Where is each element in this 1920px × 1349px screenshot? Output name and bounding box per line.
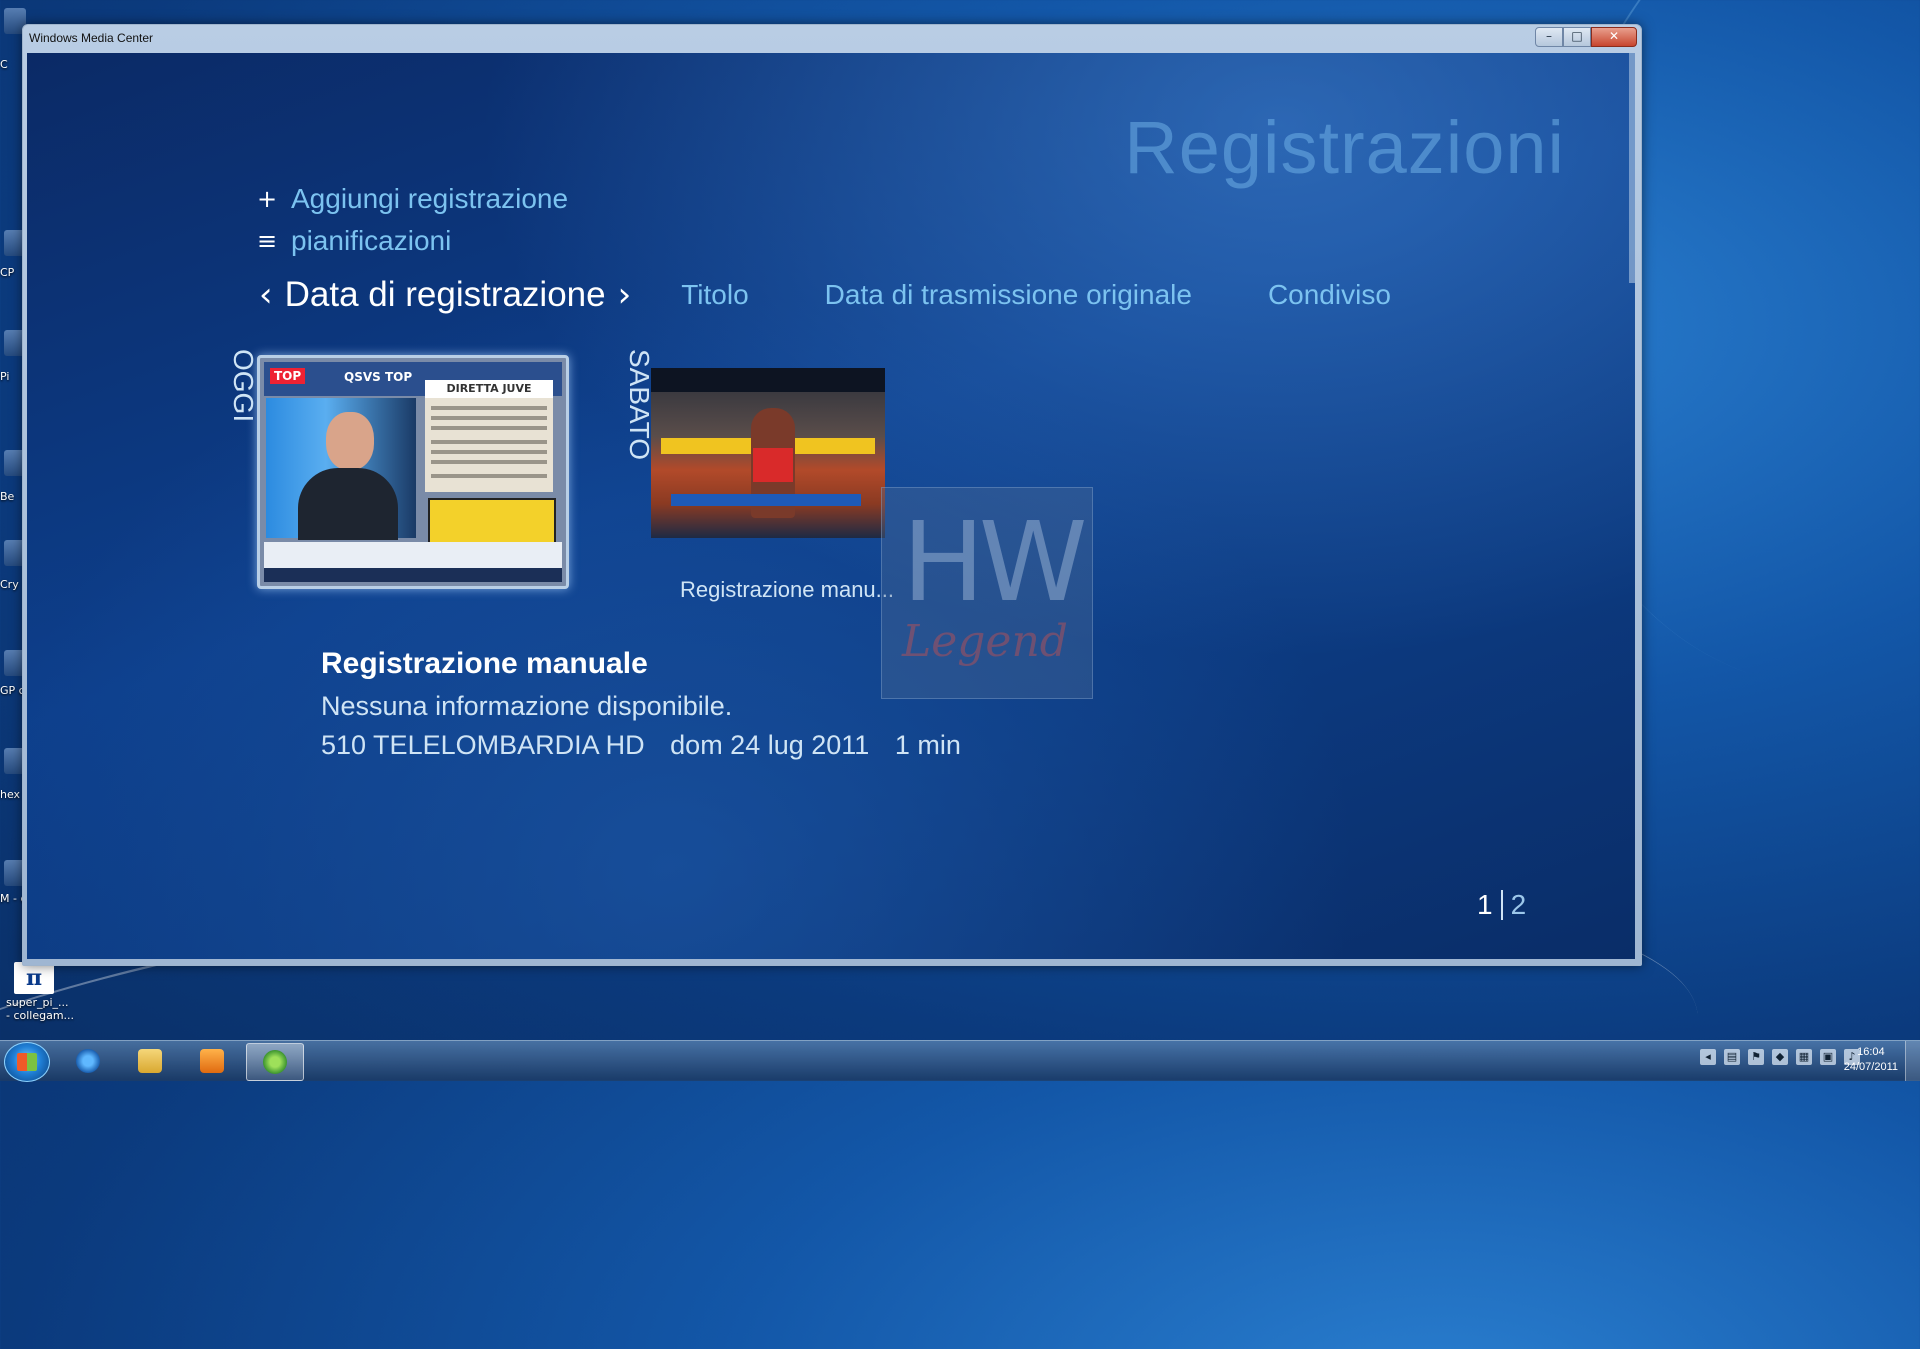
tab-recording-date[interactable]: Data di registrazione	[285, 275, 606, 315]
recording-thumbnail[interactable]	[651, 368, 885, 538]
chevron-left-icon[interactable]: ‹	[259, 275, 273, 315]
desktop-icon-label: Cry	[0, 578, 19, 591]
program-label: QSVS TOP	[344, 370, 413, 384]
news-ticker	[264, 542, 562, 582]
media-player-icon	[200, 1049, 224, 1073]
network-icon[interactable]: ▦	[1796, 1049, 1812, 1065]
shortcut-label-suffix: - collegam...	[6, 1009, 75, 1022]
recording-channel: 510 TELELOMBARDIA HD	[321, 730, 645, 760]
recording-meta: 510 TELELOMBARDIA HD dom 24 lug 2011 1 m…	[321, 730, 979, 761]
taskbar-explorer[interactable]	[122, 1043, 178, 1079]
flag-icon[interactable]: ⚑	[1748, 1049, 1764, 1065]
superpi-icon: π	[14, 962, 54, 994]
scrollbar[interactable]	[1629, 53, 1635, 283]
watermark-logo-text: HW	[902, 498, 1088, 626]
page-title: Registrazioni	[1124, 106, 1565, 189]
window-controls: – □ ✕	[1535, 27, 1637, 47]
minimize-button[interactable]: –	[1535, 27, 1563, 47]
tab-title[interactable]: Titolo	[681, 279, 748, 311]
speaker-icon[interactable]: ◂	[1700, 1049, 1716, 1065]
newspaper-header: DIRETTA JUVE	[425, 380, 553, 398]
newspaper-image: DIRETTA JUVE	[425, 380, 553, 492]
windows-logo-icon	[17, 1053, 37, 1071]
taskbar: ◂ ▤ ⚑ ◆ ▦ ▣ ♪ 16:04 24/07/2011	[0, 1040, 1920, 1082]
desktop-icon-label: C	[0, 58, 8, 71]
recording-duration: 1 min	[894, 730, 961, 760]
recording-description: Nessuna informazione disponibile.	[321, 691, 733, 721]
shortcut-label: super_pi_...	[6, 996, 69, 1009]
current-page: 1	[1477, 889, 1493, 920]
menu-item-label: pianificazioni	[291, 225, 452, 256]
tab-shared[interactable]: Condiviso	[1268, 279, 1391, 311]
presenter-image	[266, 398, 416, 540]
show-desktop-button[interactable]	[1905, 1041, 1920, 1081]
close-button[interactable]: ✕	[1591, 27, 1637, 47]
folder-icon	[138, 1049, 162, 1073]
sort-tabs: ‹ Data di registrazione › Titolo Data di…	[259, 275, 1391, 315]
chevron-right-icon[interactable]: ›	[618, 275, 632, 315]
system-tray: ◂ ▤ ⚑ ◆ ▦ ▣ ♪	[1700, 1049, 1860, 1065]
recording-details: Registrazione manuale Nessuna informazio…	[321, 647, 979, 761]
taskbar-internet-explorer[interactable]	[60, 1043, 116, 1079]
desktop-icon-label: Be	[0, 490, 15, 503]
media-center-content: Registrazioni + Aggiungi registrazione ≡…	[27, 53, 1635, 959]
internet-explorer-icon	[76, 1049, 100, 1073]
plus-icon: +	[257, 185, 278, 213]
tray-app-icon[interactable]: ▤	[1724, 1049, 1740, 1065]
menu-item-label: Aggiungi registrazione	[291, 183, 569, 214]
recording-date: dom 24 lug 2011	[670, 730, 870, 760]
media-center-window: Windows Media Center – □ ✕ Registrazioni…	[22, 24, 1642, 966]
recording-thumbnail-selected[interactable]: TOP QSVS TOP DIRETTA JUVE	[257, 355, 569, 589]
taskbar-clock[interactable]: 16:04 24/07/2011	[1844, 1045, 1898, 1075]
group-label-today: OGGI	[228, 349, 259, 423]
desktop-shortcut-superpi[interactable]: π super_pi_... - collegam...	[6, 962, 74, 1022]
taskbar-media-center[interactable]	[246, 1043, 304, 1081]
recording-caption: Registrazione manu...	[680, 577, 894, 602]
window-title: Windows Media Center	[29, 31, 154, 45]
desktop-icon-label: Pi	[0, 370, 10, 383]
clock-time: 16:04	[1857, 1046, 1885, 1058]
shield-icon[interactable]: ◆	[1772, 1049, 1788, 1065]
clock-date: 24/07/2011	[1843, 1061, 1898, 1073]
desktop-icon-label: CP	[0, 266, 15, 279]
channel-badge: TOP	[270, 368, 306, 384]
list-icon: ≡	[257, 227, 278, 255]
title-bar[interactable]: Windows Media Center – □ ✕	[23, 25, 1641, 53]
taskbar-media-player[interactable]	[184, 1043, 240, 1079]
media-center-icon	[263, 1050, 287, 1074]
action-center-icon[interactable]: ▣	[1820, 1049, 1836, 1065]
total-pages[interactable]: 2	[1511, 889, 1527, 921]
recording-title: Registrazione manuale	[321, 647, 648, 680]
maximize-button[interactable]: □	[1563, 27, 1591, 47]
menu-item-schedules[interactable]: ≡ pianificazioni	[257, 225, 451, 257]
menu-item-add-recording[interactable]: + Aggiungi registrazione	[257, 183, 568, 215]
start-button[interactable]	[4, 1042, 50, 1082]
page-indicator: 1 2	[1477, 889, 1526, 921]
tab-original-air-date[interactable]: Data di trasmissione originale	[825, 279, 1192, 311]
